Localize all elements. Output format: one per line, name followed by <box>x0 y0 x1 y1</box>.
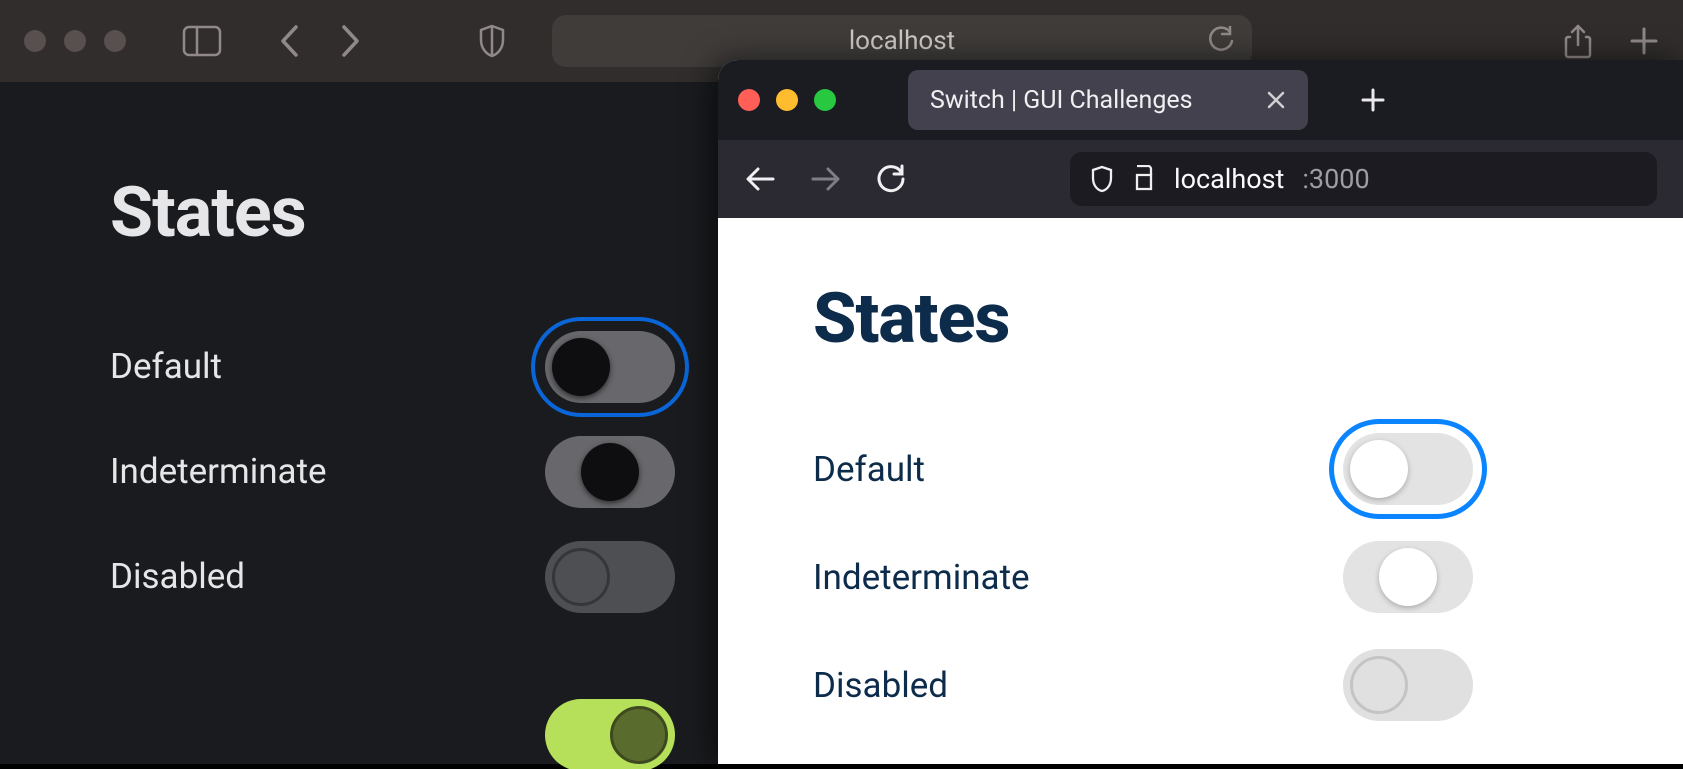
traffic-close-icon[interactable] <box>738 89 760 111</box>
switch-thumb <box>552 548 610 606</box>
safari-url-text: localhost <box>849 26 955 56</box>
state-label: Disabled <box>110 556 245 597</box>
url-host: localhost <box>1174 163 1284 195</box>
switch-indeterminate[interactable] <box>545 436 675 508</box>
traffic-minimize-icon[interactable] <box>64 30 86 52</box>
tracking-protection-icon[interactable] <box>1090 165 1114 193</box>
state-row-disabled-checked-peek <box>110 699 675 769</box>
switch-disabled-checked <box>545 699 675 769</box>
page-title: States <box>813 278 1588 360</box>
switch-thumb <box>1379 548 1437 606</box>
state-row-default: Default <box>110 314 675 419</box>
state-label: Disabled <box>813 665 948 706</box>
state-label: Indeterminate <box>813 557 1030 598</box>
close-tab-icon[interactable] <box>1266 90 1286 110</box>
firefox-page-content: States Default Indeterminate Disabled <box>718 218 1683 764</box>
firefox-window: Switch | GUI Challenges localhost :3000 <box>718 60 1683 764</box>
reload-icon[interactable] <box>876 164 906 194</box>
switch-default[interactable] <box>545 331 675 403</box>
state-row-disabled: Disabled <box>110 524 675 629</box>
new-tab-icon[interactable] <box>1629 26 1659 56</box>
switch-disabled <box>1343 649 1473 721</box>
forward-icon[interactable] <box>810 165 842 193</box>
firefox-toolbar: localhost :3000 <box>718 140 1683 218</box>
state-row-indeterminate: Indeterminate <box>110 419 675 524</box>
browser-tab[interactable]: Switch | GUI Challenges <box>908 70 1308 130</box>
firefox-tab-bar: Switch | GUI Challenges <box>718 60 1683 140</box>
reload-icon[interactable] <box>1208 26 1234 56</box>
switch-thumb <box>581 443 639 501</box>
url-port: :3000 <box>1302 163 1369 195</box>
new-tab-icon[interactable] <box>1360 87 1386 113</box>
traffic-minimize-icon[interactable] <box>776 89 798 111</box>
share-icon[interactable] <box>1563 23 1593 59</box>
safari-nav-buttons <box>278 24 362 58</box>
switch-thumb <box>610 706 668 764</box>
state-row-indeterminate: Indeterminate <box>813 523 1473 631</box>
traffic-zoom-icon[interactable] <box>814 89 836 111</box>
state-label: Default <box>110 346 222 387</box>
tab-title: Switch | GUI Challenges <box>930 86 1193 115</box>
privacy-shield-icon[interactable] <box>478 24 506 58</box>
switch-thumb <box>1350 656 1408 714</box>
firefox-address-bar[interactable]: localhost :3000 <box>1070 152 1657 206</box>
switch-thumb <box>1350 440 1408 498</box>
state-label: Default <box>813 449 925 490</box>
state-row-disabled: Disabled <box>813 631 1473 739</box>
traffic-close-icon[interactable] <box>24 30 46 52</box>
back-icon[interactable] <box>278 24 300 58</box>
safari-traffic-lights <box>24 30 126 52</box>
firefox-traffic-lights <box>738 89 836 111</box>
forward-icon[interactable] <box>340 24 362 58</box>
switch-disabled <box>545 541 675 613</box>
traffic-zoom-icon[interactable] <box>104 30 126 52</box>
sidebar-toggle-icon[interactable] <box>182 25 222 57</box>
switch-indeterminate[interactable] <box>1343 541 1473 613</box>
state-row-default: Default <box>813 415 1473 523</box>
safari-right-icons <box>1563 23 1659 59</box>
state-label: Indeterminate <box>110 451 327 492</box>
switch-default[interactable] <box>1343 433 1473 505</box>
back-icon[interactable] <box>744 165 776 193</box>
switch-thumb <box>552 338 610 396</box>
site-info-icon[interactable] <box>1132 165 1156 193</box>
